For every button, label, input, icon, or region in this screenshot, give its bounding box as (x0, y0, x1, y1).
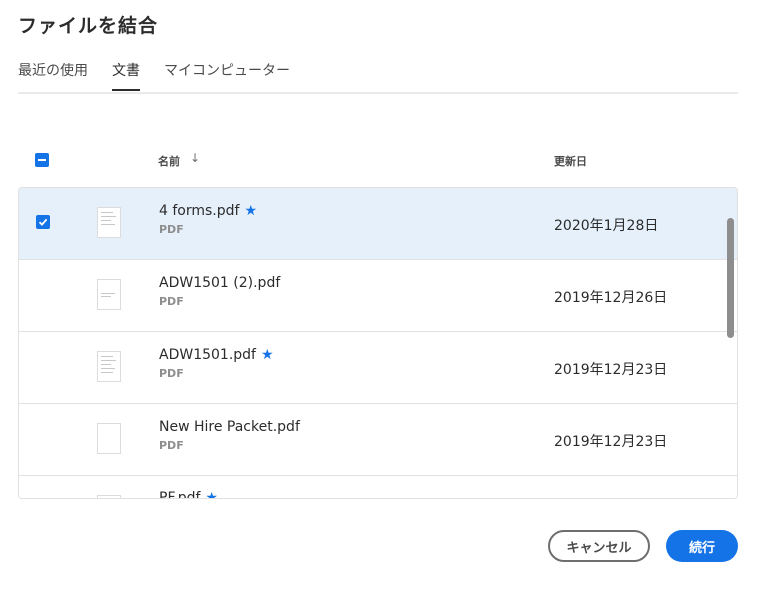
file-name: 4 forms.pdf ★ (159, 203, 258, 219)
file-row[interactable]: PF.pdf ★ (19, 476, 737, 498)
file-type: PDF (159, 295, 184, 308)
pdf-thumbnail-icon (97, 351, 121, 382)
row-checkbox[interactable] (36, 215, 50, 229)
tab-documents[interactable]: 文書 (112, 60, 140, 91)
file-row[interactable]: ADW1501.pdf ★ PDF 2019年12月23日 (19, 332, 737, 404)
tab-recent[interactable]: 最近の使用 (18, 60, 88, 89)
file-modified-date: 2019年12月26日 (554, 290, 668, 306)
sort-down-arrow-icon[interactable]: ↓ (190, 151, 200, 165)
table-header: 名前 ↓ 更新日 (18, 146, 738, 176)
file-list[interactable]: 4 forms.pdf ★ PDF 2020年1月28日 ADW1501 (2).… (18, 187, 738, 499)
pdf-thumbnail-icon (97, 423, 121, 454)
file-name: ADW1501 (2).pdf (159, 275, 281, 291)
continue-button[interactable]: 続行 (666, 530, 738, 562)
file-row[interactable]: 4 forms.pdf ★ PDF 2020年1月28日 (19, 188, 737, 260)
file-name: New Hire Packet.pdf (159, 419, 300, 435)
file-name: ADW1501.pdf ★ (159, 347, 274, 363)
file-modified-date: 2020年1月28日 (554, 218, 659, 234)
cancel-button[interactable]: キャンセル (548, 530, 650, 562)
pdf-thumbnail-icon (97, 279, 121, 310)
dialog-title: ファイルを結合 (18, 15, 159, 37)
file-row[interactable]: ADW1501 (2).pdf PDF 2019年12月26日 (19, 260, 737, 332)
file-row[interactable]: New Hire Packet.pdf PDF 2019年12月23日 (19, 404, 737, 476)
pdf-thumbnail-icon (97, 207, 121, 238)
column-header-modified[interactable]: 更新日 (554, 153, 587, 169)
star-icon[interactable]: ★ (205, 490, 218, 498)
star-icon[interactable]: ★ (244, 203, 257, 219)
file-modified-date: 2019年12月23日 (554, 434, 668, 450)
file-modified-date: 2019年12月23日 (554, 362, 668, 378)
column-header-name[interactable]: 名前 (158, 153, 180, 169)
select-all-checkbox[interactable] (35, 153, 49, 167)
file-type: PDF (159, 439, 184, 452)
file-type: PDF (159, 223, 184, 236)
tab-bar: 最近の使用 文書 マイコンピューター (18, 58, 738, 94)
file-name: PF.pdf ★ (159, 490, 218, 498)
star-icon[interactable]: ★ (261, 347, 274, 363)
list-scrollbar[interactable] (727, 218, 734, 338)
file-type: PDF (159, 367, 184, 380)
pdf-thumbnail-icon (97, 495, 121, 498)
tab-my-computer[interactable]: マイコンピューター (164, 60, 290, 89)
